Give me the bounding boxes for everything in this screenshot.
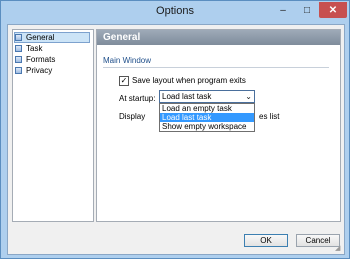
tree-item-label: General — [26, 33, 55, 42]
dialog-client-area: General Task Formats Privacy General Mai… — [7, 24, 345, 255]
startup-label: At startup: — [119, 94, 156, 103]
files-list-label: es list — [259, 112, 280, 121]
dropdown-option-empty-task[interactable]: Load an empty task — [160, 104, 254, 113]
page-icon — [15, 45, 22, 52]
size-grip-icon[interactable]: ◢ — [335, 245, 343, 253]
startup-dropdown-list[interactable]: Load an empty task Load last task Show e… — [159, 103, 255, 132]
startup-select[interactable]: Load last task ⌄ — [159, 90, 255, 103]
dropdown-option-empty-workspace[interactable]: Show empty workspace — [160, 122, 254, 131]
tree-item-task[interactable]: Task — [15, 43, 42, 54]
panel-header: General — [97, 30, 340, 45]
maximize-button[interactable]: □ — [295, 2, 319, 18]
title-bar[interactable]: Options – □ ✕ — [1, 1, 349, 24]
page-icon — [15, 67, 22, 74]
options-window: Options – □ ✕ General Task Formats Priva… — [0, 0, 350, 259]
category-tree[interactable]: General Task Formats Privacy — [12, 29, 94, 222]
tree-item-label: Formats — [26, 55, 56, 64]
chevron-down-icon[interactable]: ⌄ — [245, 91, 252, 102]
close-button[interactable]: ✕ — [319, 2, 347, 18]
dropdown-option-last-task[interactable]: Load last task — [160, 113, 254, 122]
page-icon — [15, 34, 22, 41]
page-icon — [15, 56, 22, 63]
tree-item-privacy[interactable]: Privacy — [15, 65, 52, 76]
section-title: Main Window — [103, 56, 152, 65]
tree-item-general[interactable]: General — [14, 32, 90, 43]
tree-item-label: Privacy — [26, 66, 53, 75]
save-layout-checkbox[interactable]: ✓ — [119, 76, 129, 86]
tree-item-label: Task — [26, 44, 43, 53]
cancel-button[interactable]: Cancel — [296, 234, 340, 247]
section-divider — [103, 67, 329, 68]
display-label: Display — [119, 112, 146, 121]
save-layout-label: Save layout when program exits — [132, 76, 246, 85]
tree-item-formats[interactable]: Formats — [15, 54, 55, 65]
minimize-button[interactable]: – — [271, 2, 295, 18]
startup-select-value: Load last task — [162, 92, 212, 101]
settings-panel: General Main Window ✓ Save layout when p… — [96, 29, 341, 222]
ok-button[interactable]: OK — [244, 234, 288, 247]
